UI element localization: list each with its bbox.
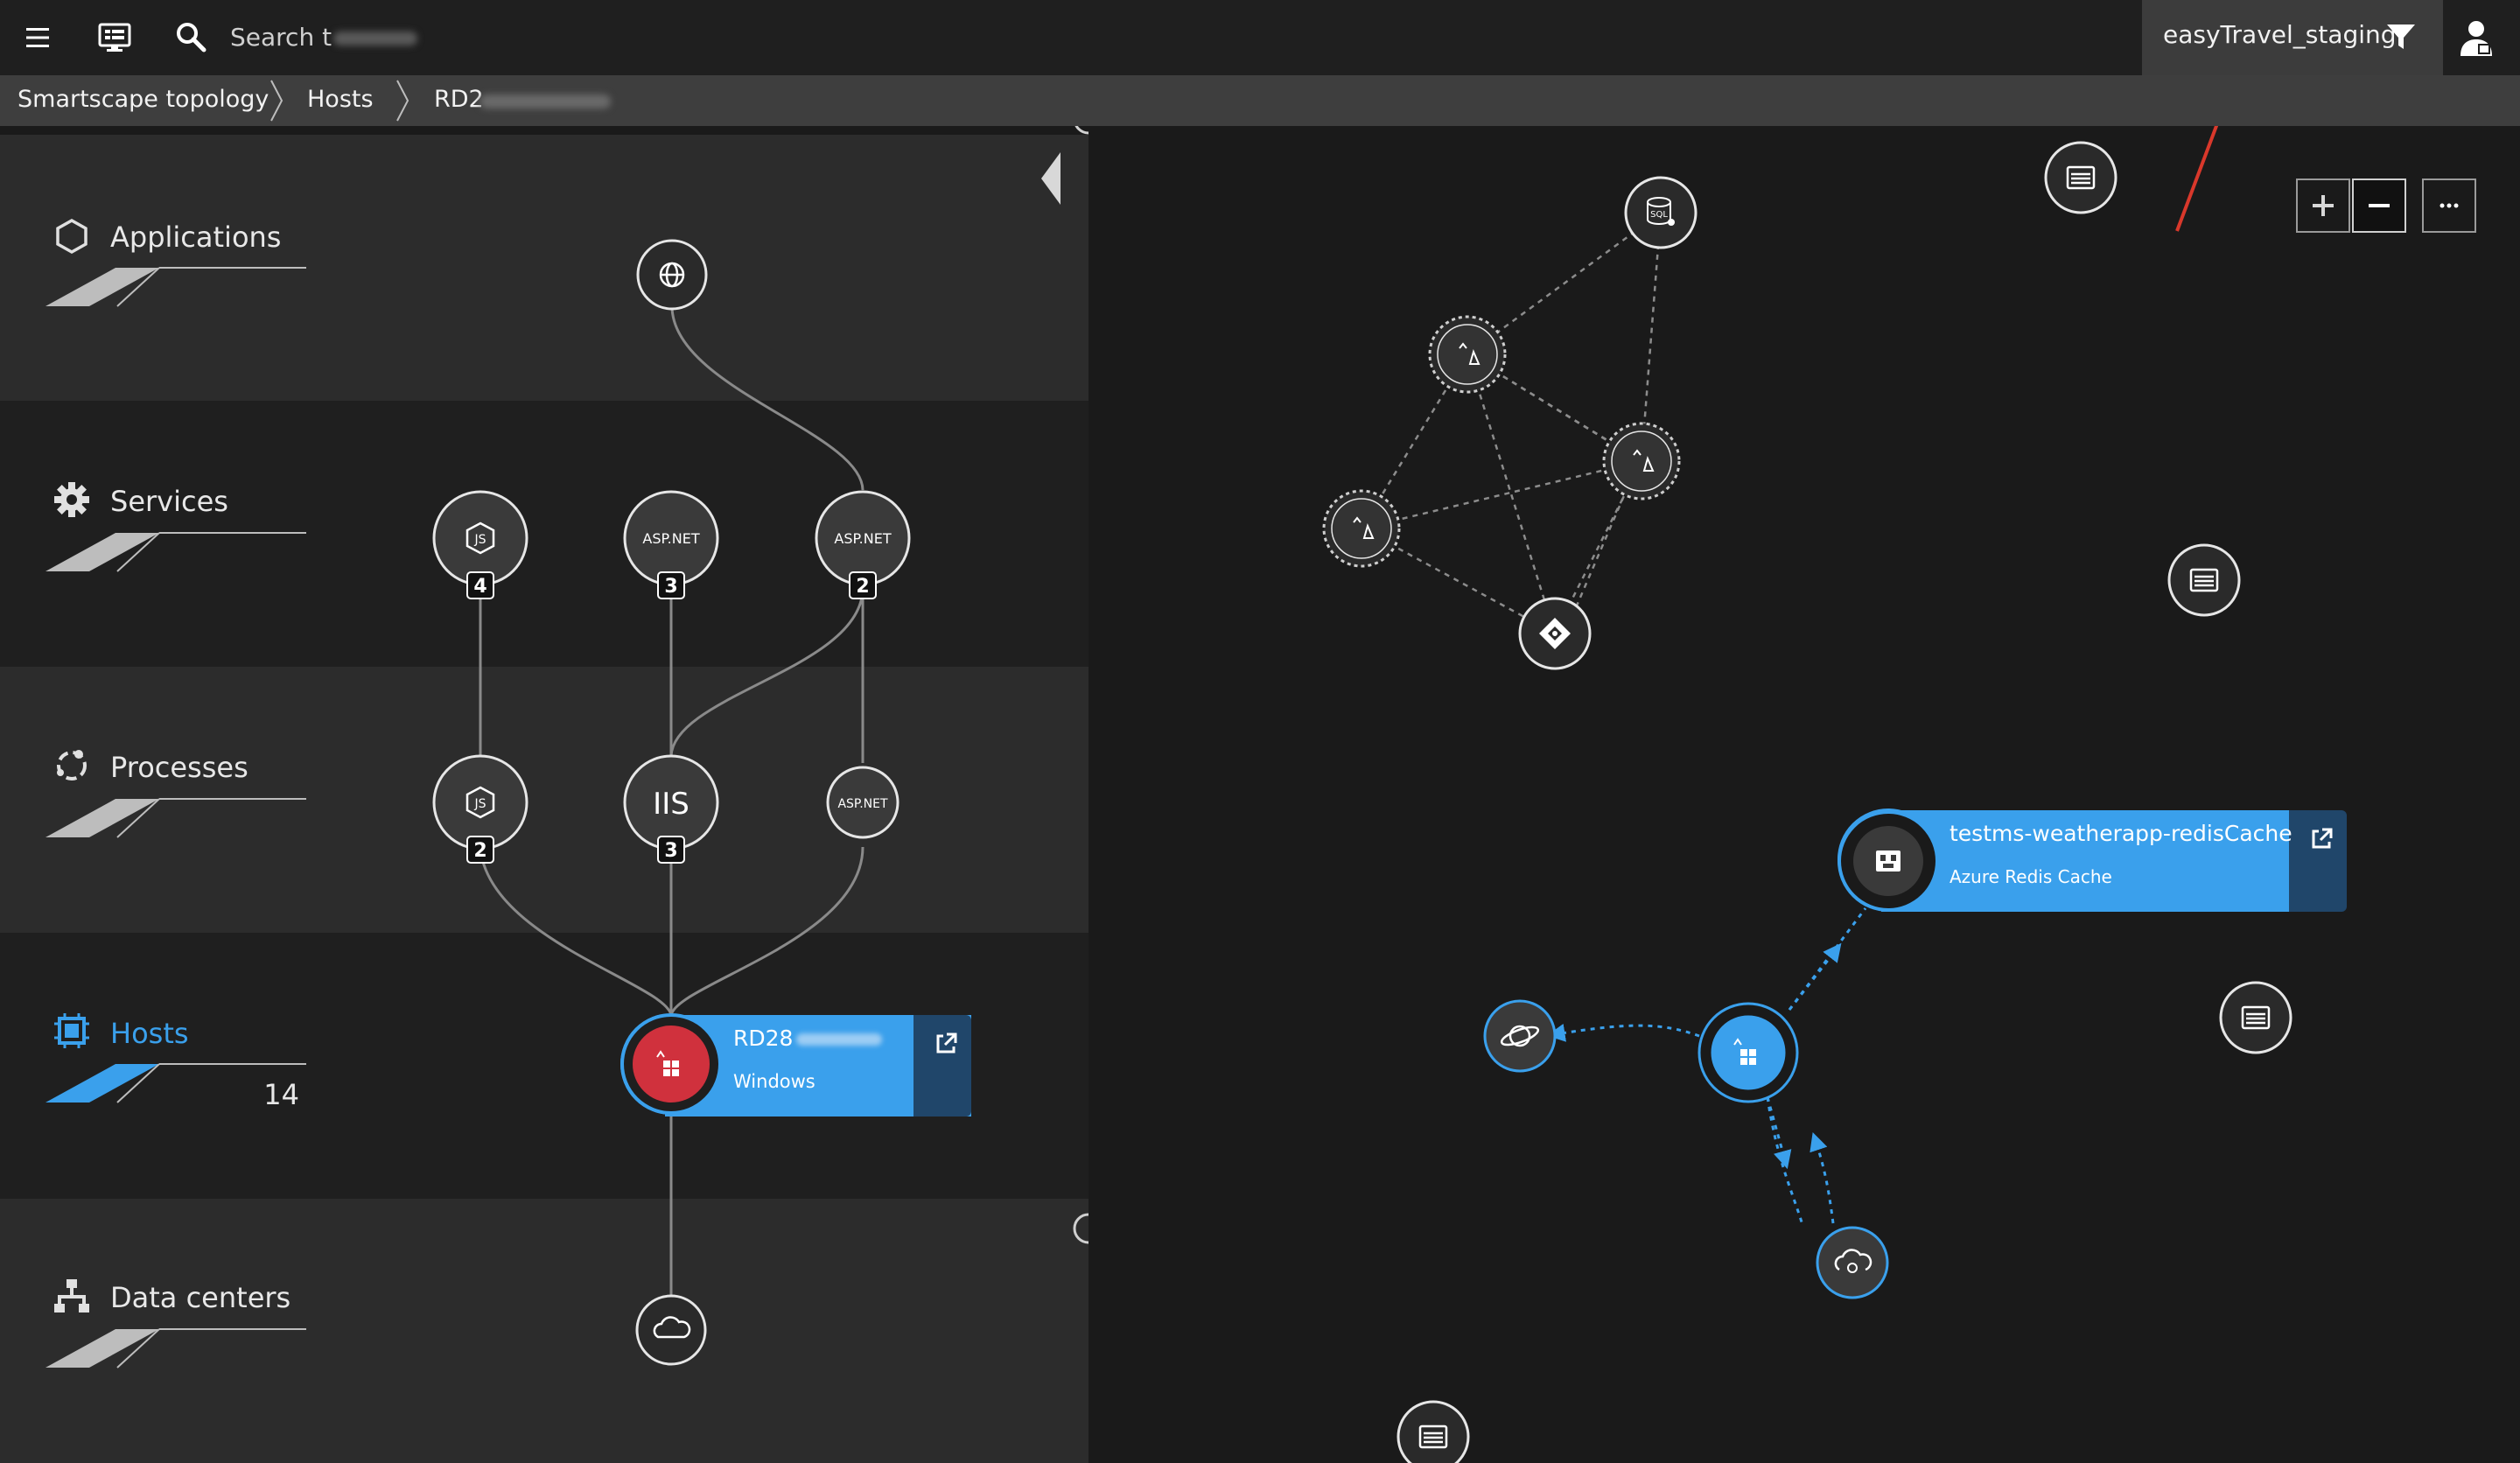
process-badge: 3: [664, 840, 677, 862]
open-external-icon: [936, 1032, 957, 1054]
sql-label: SQL: [1650, 210, 1668, 220]
top-bar: Search t easyTravel_staging: [0, 0, 2520, 75]
process-group-node[interactable]: [2219, 981, 2292, 1054]
cluster-connections: [1360, 211, 1662, 635]
service-node-aspnet-1[interactable]: ASP.NET 3: [623, 490, 719, 599]
network-node[interactable]: [1518, 597, 1592, 670]
plus-icon: [2313, 195, 2334, 216]
panel-edge-mask: [1088, 126, 1115, 1463]
search-input[interactable]: Search t: [230, 0, 418, 75]
breadcrumb-separator-icon: [396, 80, 410, 122]
sql-database-node[interactable]: SQL: [1624, 176, 1698, 249]
redacted-text: [333, 32, 418, 46]
ellipsis-icon: [2440, 203, 2459, 208]
iis-icon: IIS: [653, 787, 690, 822]
redis-card-subtitle: Azure Redis Cache: [1950, 866, 2112, 887]
search-input-text: Search t: [230, 23, 332, 52]
process-badge: 2: [473, 840, 486, 862]
annotation-arrow: [2175, 126, 2219, 232]
datacenter-node[interactable]: [635, 1294, 707, 1366]
minus-icon: [2369, 204, 2390, 207]
service-badge: 3: [664, 576, 677, 598]
redacted-text: [480, 94, 611, 108]
linux-host-node-3[interactable]: [1322, 489, 1401, 568]
zoom-out-button[interactable]: [2352, 178, 2406, 233]
environment-name: easyTravel_staging: [2163, 20, 2397, 49]
linux-host-node-2[interactable]: [1602, 422, 1681, 500]
user-icon[interactable]: [2457, 18, 2497, 58]
more-options-button[interactable]: [2422, 178, 2476, 233]
aspnet-icon: ASP.NET: [834, 530, 891, 547]
breadcrumb-item-host[interactable]: RD2: [434, 75, 484, 126]
service-node-aspnet-2[interactable]: ASP.NET 2: [815, 490, 911, 599]
topology-graph[interactable]: JS 4 ASP.NET 3 ASP.NET 2 JS 2 IIS 3 ASP.…: [0, 126, 2520, 1463]
application-node[interactable]: [636, 239, 708, 311]
host-card-title: RD28: [733, 1026, 883, 1051]
process-node-aspnet[interactable]: ASP.NET: [826, 766, 900, 839]
linux-host-node-1[interactable]: [1428, 315, 1507, 394]
zoom-in-button[interactable]: [2296, 178, 2350, 233]
windows-host-node[interactable]: [1698, 1002, 1799, 1103]
search-icon[interactable]: [154, 0, 229, 75]
service-node-nodejs[interactable]: JS 4: [432, 490, 528, 599]
dashboard-icon[interactable]: [77, 0, 152, 75]
external-service-node[interactable]: [1483, 999, 1557, 1073]
azure-cloud-node[interactable]: [1816, 1226, 1889, 1299]
breadcrumb-separator-icon: [270, 80, 284, 122]
aspnet-icon: ASP.NET: [642, 530, 699, 547]
redis-card-title: testms-weatherapp-redisCache: [1950, 821, 2292, 846]
breadcrumb: Smartscape topology Hosts RD2: [0, 75, 2520, 126]
process-group-node[interactable]: [1396, 1400, 1470, 1463]
redacted-text: [796, 1033, 883, 1046]
process-group-node[interactable]: [2044, 141, 2118, 214]
nodejs-label: JS: [473, 797, 486, 811]
host-card-subtitle: Windows: [733, 1071, 816, 1092]
open-external-icon: [2312, 828, 2333, 849]
process-group-node[interactable]: [2167, 543, 2241, 617]
process-node-nodejs[interactable]: JS 2: [432, 754, 528, 864]
breadcrumb-item-smartscape[interactable]: Smartscape topology: [18, 75, 269, 126]
process-node-iis[interactable]: IIS 3: [623, 754, 719, 864]
breadcrumb-item-hosts[interactable]: Hosts: [307, 75, 374, 126]
environment-selector[interactable]: easyTravel_staging: [2142, 0, 2443, 75]
service-badge: 4: [473, 576, 486, 598]
filter-icon[interactable]: [2384, 19, 2418, 54]
host-card-open-button[interactable]: [914, 1015, 971, 1116]
host-name: RD28: [733, 1026, 794, 1051]
aspnet-icon: ASP.NET: [837, 797, 887, 811]
menu-icon[interactable]: [0, 0, 75, 75]
service-badge: 2: [856, 576, 869, 598]
nodejs-label: JS: [473, 533, 486, 547]
redis-card-open-button[interactable]: [2289, 810, 2347, 912]
